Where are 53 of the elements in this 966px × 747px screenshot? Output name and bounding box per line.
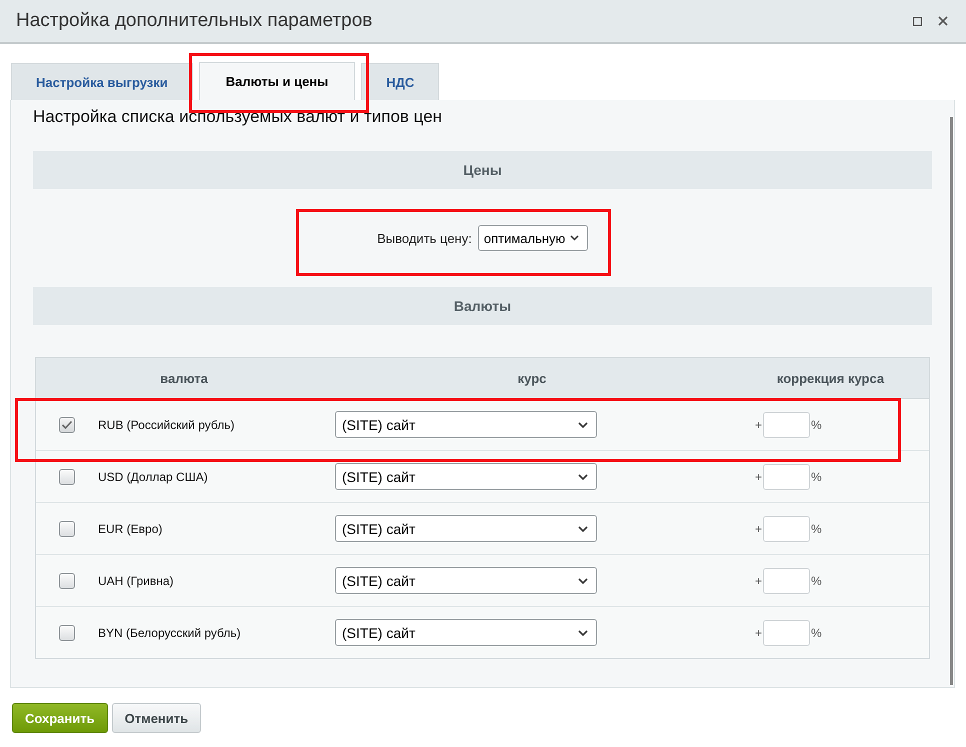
percent-sign: %	[811, 470, 822, 484]
close-icon[interactable]	[938, 16, 948, 26]
chevron-icon	[578, 422, 588, 428]
currency-name: BYN (Белорусский рубль)	[98, 626, 242, 640]
column-header: коррекция курса	[776, 370, 886, 386]
checkmark-icon	[61, 420, 73, 430]
currency-name: USD (Доллар США)	[98, 470, 209, 484]
rate-select[interactable]: (SITE) сайт	[335, 619, 597, 646]
column-header: курс	[516, 370, 548, 386]
plus-sign: +	[755, 574, 762, 588]
rate-select[interactable]: (SITE) сайт	[335, 567, 597, 594]
window-title: Настройка дополнительных параметров	[16, 10, 372, 32]
percent-sign: %	[811, 418, 822, 432]
column-header: валюта	[159, 370, 209, 386]
tab[interactable]: Настройка выгрузки	[11, 63, 193, 100]
section-heading: Настройка списка используемых валют и типов цен	[33, 106, 444, 128]
checkbox[interactable]	[59, 572, 75, 588]
chevron-icon	[570, 235, 579, 241]
currency-name: RUB (Российский рубль)	[98, 418, 236, 432]
tab[interactable]: НДС	[361, 63, 440, 100]
rate-select[interactable]: (SITE) сайт	[335, 411, 597, 438]
percent-sign: %	[811, 574, 822, 588]
percent-sign: %	[811, 522, 822, 536]
chevron-icon	[578, 526, 588, 532]
cancel-button[interactable]: Отменить	[112, 703, 202, 733]
correction-input[interactable]	[763, 464, 810, 490]
maximize-icon[interactable]	[913, 16, 922, 26]
checkbox[interactable]	[59, 468, 75, 484]
chevron-icon	[578, 578, 588, 584]
section-title: Валюты	[454, 298, 512, 314]
correction-input[interactable]	[763, 412, 810, 438]
plus-sign: +	[755, 522, 762, 536]
section-title: Цены	[463, 162, 502, 178]
plus-sign: +	[755, 470, 762, 484]
correction-input[interactable]	[763, 516, 810, 542]
field-label: Выводить цену:	[377, 230, 472, 246]
currency-name: UAH (Гривна)	[98, 574, 175, 588]
correction-input[interactable]	[763, 568, 810, 594]
checkbox[interactable]	[59, 624, 75, 640]
plus-sign: +	[755, 626, 762, 640]
correction-input[interactable]	[763, 620, 810, 646]
rate-select[interactable]: (SITE) сайт	[335, 463, 597, 490]
chevron-icon	[578, 630, 588, 636]
chevron-icon	[578, 474, 588, 480]
rate-select[interactable]: (SITE) сайт	[335, 515, 597, 542]
checkbox[interactable]	[59, 520, 75, 536]
price-select[interactable]: оптимальную	[478, 225, 588, 251]
tab[interactable]: Валюты и цены	[198, 62, 356, 100]
scrollbar[interactable]	[950, 117, 953, 685]
plus-sign: +	[755, 418, 762, 432]
percent-sign: %	[811, 626, 822, 640]
currency-name: EUR (Евро)	[98, 522, 164, 536]
checkbox[interactable]	[59, 416, 75, 432]
